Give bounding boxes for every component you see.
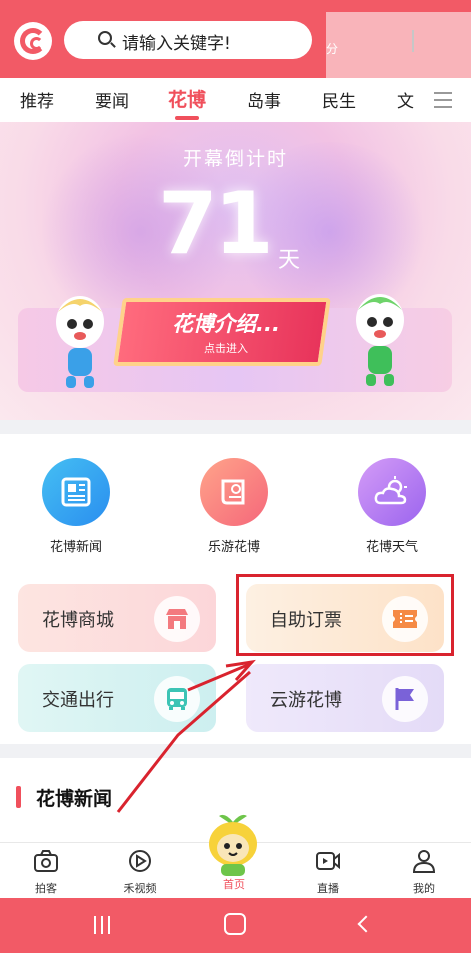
flag-icon — [382, 676, 428, 722]
transport-card[interactable]: 交通出行 — [18, 664, 216, 732]
section-divider — [0, 744, 471, 758]
nav-mine[interactable]: 我的 — [392, 849, 456, 896]
live-video-icon — [316, 852, 340, 870]
tab-island[interactable]: 岛事 — [247, 87, 281, 112]
countdown-days: 71 — [158, 174, 274, 274]
recent-apps-icon[interactable] — [94, 916, 110, 934]
top-header: 请输入关键字! 分 — [0, 0, 471, 78]
nav-live-label: 直播 — [317, 882, 339, 895]
mascot-right-icon — [356, 294, 404, 386]
app-logo[interactable] — [14, 22, 52, 60]
play-icon — [129, 850, 151, 872]
tour-expo-label: 乐游花博 — [207, 540, 260, 555]
section-divider — [0, 420, 471, 434]
expo-weather-shortcut[interactable] — [358, 458, 426, 526]
nav-paike-label: 拍客 — [35, 882, 57, 895]
back-icon[interactable] — [357, 915, 375, 933]
nav-mine-label: 我的 — [413, 882, 435, 895]
nav-video-label: 禾视频 — [123, 882, 157, 895]
active-tab-indicator — [175, 116, 199, 120]
mascot-icon[interactable] — [205, 812, 261, 878]
map-scroll-icon — [221, 479, 245, 505]
cloud-tour-label: 云游花博 — [270, 690, 342, 711]
transport-label: 交通出行 — [42, 690, 114, 711]
category-tabs: 推荐 要闻 花博 岛事 民生 文 — [0, 78, 471, 122]
services-section: 花博新闻 乐游花博 花博天气 花博商城 自助订票 交通出行 云游花博 — [0, 434, 471, 744]
tab-news[interactable]: 要闻 — [95, 87, 129, 112]
expo-news-label: 花博新闻 — [49, 540, 102, 555]
highlight-box — [236, 574, 454, 656]
section-title: 花博新闻 — [36, 788, 113, 810]
expo-news-shortcut[interactable] — [42, 458, 110, 526]
share-button[interactable]: 分 — [326, 40, 338, 57]
intro-subtitle: 点击进入 — [204, 342, 248, 355]
share-overlay — [326, 12, 471, 78]
expo-weather-label: 花博天气 — [365, 540, 418, 555]
home-icon[interactable] — [224, 913, 246, 935]
nav-paike[interactable]: 拍客 — [14, 849, 78, 896]
shop-icon — [154, 596, 200, 642]
tab-livelihood[interactable]: 民生 — [322, 87, 356, 112]
section-marker — [16, 786, 21, 808]
system-nav-bar — [0, 898, 471, 953]
intro-title: 花博介绍... — [172, 312, 280, 336]
newspaper-icon — [61, 477, 91, 507]
tour-expo-shortcut[interactable] — [200, 458, 268, 526]
expo-mall-card[interactable]: 花博商城 — [18, 584, 216, 652]
tab-recommend[interactable]: 推荐 — [20, 87, 54, 112]
tab-culture[interactable]: 文 — [397, 87, 414, 112]
camera-icon — [34, 850, 58, 872]
bus-icon — [154, 676, 200, 722]
countdown-banner[interactable]: 开幕倒计时 71 天 花博介绍... 点击进入 — [0, 122, 471, 420]
menu-icon[interactable] — [434, 92, 452, 108]
user-icon — [412, 850, 436, 873]
expo-mall-label: 花博商城 — [42, 610, 114, 631]
cloud-tour-card[interactable]: 云游花博 — [246, 664, 444, 732]
nav-video[interactable]: 禾视频 — [108, 849, 172, 896]
nav-home-label: 首页 — [223, 878, 245, 891]
tab-flower-expo[interactable]: 花博 — [168, 85, 206, 112]
search-icon — [98, 31, 112, 45]
countdown-title: 开幕倒计时 — [182, 148, 288, 170]
nav-live[interactable]: 直播 — [296, 849, 360, 896]
countdown-unit: 天 — [278, 248, 301, 273]
search-placeholder: 请输入关键字! — [122, 34, 231, 54]
mascot-left-icon — [56, 296, 104, 388]
weather-cloud-sun-icon — [374, 476, 407, 505]
